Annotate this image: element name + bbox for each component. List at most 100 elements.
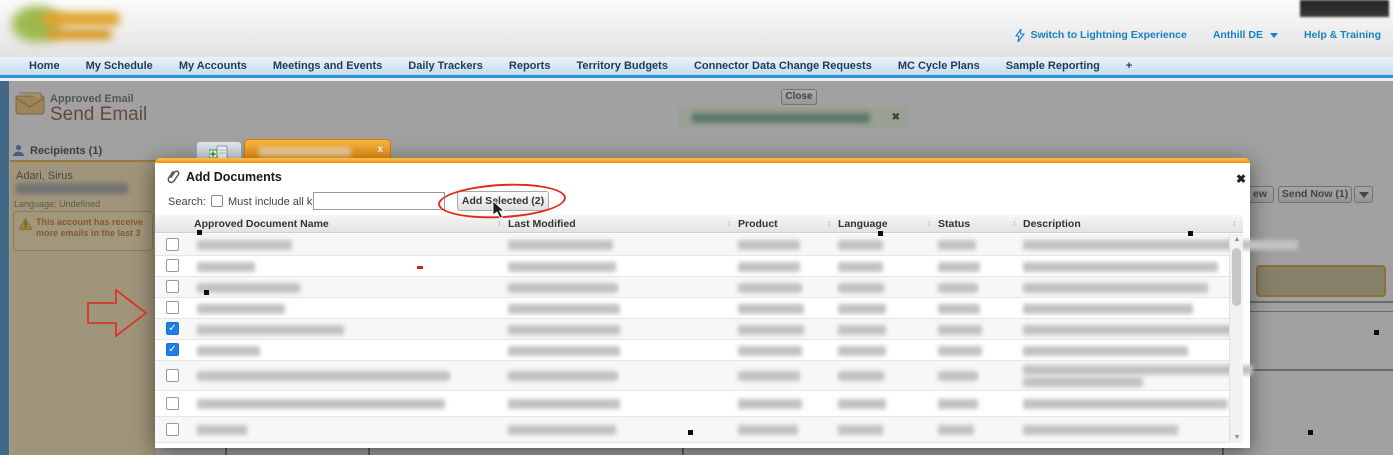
sort-icon[interactable]: ↕ <box>927 218 932 228</box>
artifact-marker <box>204 290 209 295</box>
nav-tab-home[interactable]: Home <box>16 56 73 77</box>
redacted-cell-text <box>508 325 620 335</box>
redacted-cell-text <box>738 371 800 381</box>
column-header-language[interactable]: Language <box>838 218 888 230</box>
redacted-cell-text <box>838 240 883 250</box>
scroll-down-icon[interactable]: ▼ <box>1230 434 1244 441</box>
redacted-cell-text <box>508 240 613 250</box>
column-header-last-modified[interactable]: Last Modified <box>508 218 576 230</box>
app-screen: Switch to Lightning Experience Anthill D… <box>0 0 1393 455</box>
documents-table-header: Approved Document Name Last Modified Produ… <box>155 215 1243 233</box>
add-documents-modal: Add Documents ✖ Search: Must include all… <box>155 158 1250 448</box>
redacted-cell-text <box>197 371 450 381</box>
nav-tab-territory-budgets[interactable]: Territory Budgets <box>563 56 680 77</box>
row-checkbox[interactable] <box>166 280 179 293</box>
column-header-approved-document-name[interactable]: Approved Document Name <box>194 218 329 230</box>
nav-tab-sample-reporting[interactable]: Sample Reporting <box>993 56 1113 77</box>
redacted-cell-text <box>1023 399 1228 409</box>
redacted-cell-text <box>838 262 883 272</box>
redacted-cell-text <box>738 283 802 293</box>
redacted-cell-text <box>197 325 344 335</box>
nav-tab-my-schedule[interactable]: My Schedule <box>73 56 166 77</box>
redacted-cell-text <box>738 325 804 335</box>
table-row <box>155 298 1229 319</box>
column-header-description[interactable]: Description <box>1023 218 1081 230</box>
redacted-cell-text <box>1023 240 1298 250</box>
nav-tab-reports[interactable]: Reports <box>496 56 564 77</box>
redacted-cell-text <box>938 371 978 381</box>
nav-tab-meetings-and-events[interactable]: Meetings and Events <box>260 56 395 77</box>
search-label: Search: <box>168 196 206 208</box>
redacted-cell-text <box>838 325 886 335</box>
paperclip-icon <box>163 166 183 188</box>
redacted-cell-text <box>838 346 886 356</box>
row-checkbox[interactable] <box>166 259 179 272</box>
redacted-cell-text <box>838 425 883 435</box>
annotation-red-dash <box>417 266 423 269</box>
redacted-cell-text <box>738 240 800 250</box>
org-menu[interactable]: Anthill DE <box>1213 29 1278 41</box>
lightning-icon <box>1015 29 1025 42</box>
scrollbar-thumb[interactable] <box>1232 248 1241 306</box>
redacted-cell-text <box>197 425 247 435</box>
redacted-cell-text <box>508 371 618 381</box>
top-header: Switch to Lightning Experience Anthill D… <box>0 0 1393 57</box>
artifact-marker <box>878 231 883 236</box>
modal-scrollbar[interactable]: ▲ ▼ <box>1229 234 1243 443</box>
redacted-cell-text <box>938 283 978 293</box>
redacted-cell-text <box>1023 325 1233 335</box>
redacted-cell-text <box>738 399 802 409</box>
row-checkbox[interactable]: ✓ <box>166 343 179 356</box>
redacted-cell-text <box>738 304 804 314</box>
redacted-cell-text <box>1023 377 1143 387</box>
utility-bar: Switch to Lightning Experience Anthill D… <box>1015 27 1381 43</box>
redacted-cell-text <box>938 346 982 356</box>
column-header-product[interactable]: Product <box>738 218 778 230</box>
redacted-cell-text <box>938 325 982 335</box>
row-checkbox[interactable] <box>166 238 179 251</box>
row-checkbox[interactable] <box>166 423 179 436</box>
modal-accent-bar <box>155 158 1250 163</box>
close-tab-icon[interactable]: x <box>377 144 383 155</box>
table-row <box>155 234 1229 256</box>
row-checkbox[interactable]: ✓ <box>166 322 179 335</box>
documents-table-body: ✓✓ <box>155 234 1229 443</box>
sort-icon[interactable]: ↕ <box>1232 218 1237 228</box>
scroll-up-icon[interactable]: ▲ <box>1230 236 1244 243</box>
close-modal-icon[interactable]: ✖ <box>1236 172 1246 186</box>
column-header-status[interactable]: Status <box>938 218 970 230</box>
redacted-cell-text <box>508 399 620 409</box>
sort-icon[interactable]: ↕ <box>1012 218 1017 228</box>
redacted-cell-text <box>1023 283 1208 293</box>
table-row <box>155 277 1229 298</box>
switch-to-lightning-link[interactable]: Switch to Lightning Experience <box>1015 29 1186 42</box>
redacted-cell-text <box>838 283 884 293</box>
nav-tab-daily-trackers[interactable]: Daily Trackers <box>395 56 496 77</box>
nav-tab-[interactable]: + <box>1113 56 1145 77</box>
row-checkbox[interactable] <box>166 301 179 314</box>
artifact-marker <box>1308 430 1313 435</box>
table-row <box>155 256 1229 277</box>
modal-title: Add Documents <box>186 170 282 184</box>
redacted-cell-text <box>508 425 616 435</box>
redacted-cell-text <box>508 262 616 272</box>
artifact-marker <box>197 230 202 235</box>
keywords-checkbox[interactable] <box>211 195 223 207</box>
redacted-cell-text <box>738 262 800 272</box>
sort-icon[interactable]: ↕ <box>827 218 832 228</box>
nav-tab-my-accounts[interactable]: My Accounts <box>166 56 260 77</box>
nav-tab-mc-cycle-plans[interactable]: MC Cycle Plans <box>885 56 993 77</box>
logo-blur-shape <box>42 12 120 26</box>
row-checkbox[interactable] <box>166 397 179 410</box>
help-training-link[interactable]: Help & Training <box>1304 29 1381 41</box>
nav-tab-connector-data-change-requests[interactable]: Connector Data Change Requests <box>681 56 885 77</box>
row-checkbox[interactable] <box>166 369 179 382</box>
sort-icon[interactable]: ↕ <box>727 218 732 228</box>
redacted-cell-text <box>1023 346 1188 356</box>
help-link-label: Help & Training <box>1304 29 1381 41</box>
redacted-cell-text <box>938 240 976 250</box>
redacted-cell-text <box>508 304 620 314</box>
artifact-marker <box>688 430 693 435</box>
sort-icon[interactable]: ↕ <box>497 218 502 228</box>
search-input[interactable] <box>313 192 445 210</box>
